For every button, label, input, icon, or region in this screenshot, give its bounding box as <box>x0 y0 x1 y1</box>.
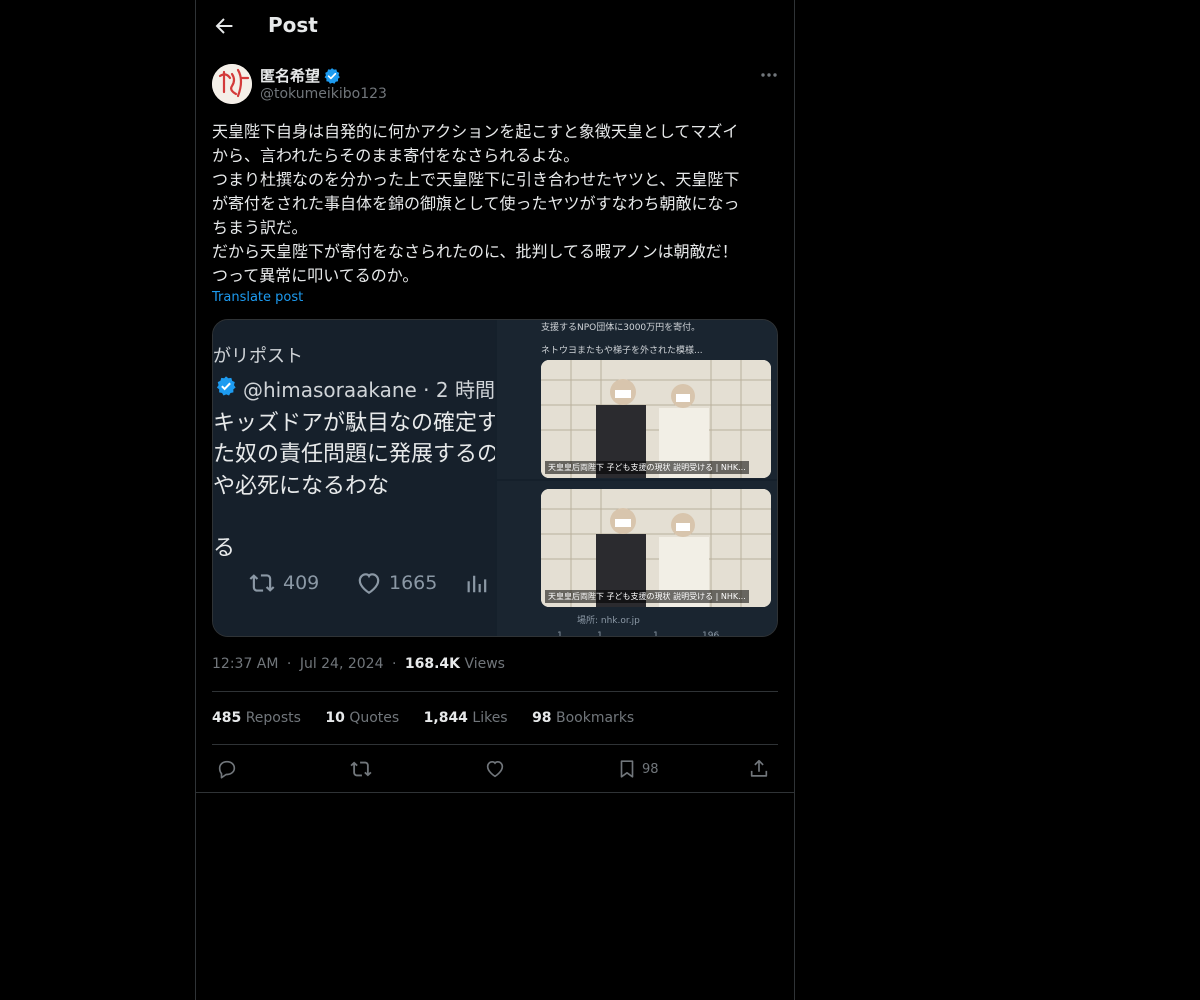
views-count: 168.4K <box>404 656 460 672</box>
meta-separator: · <box>286 656 292 672</box>
likes-stat[interactable]: 1,844 Likes <box>424 710 508 726</box>
quotes-stat[interactable]: 10 Quotes <box>325 710 399 726</box>
media-mini-like: 1 <box>653 631 659 637</box>
reply-button[interactable] <box>216 757 238 781</box>
media-left-like-count: 1665 <box>389 572 438 594</box>
divider <box>212 744 778 745</box>
media-left-line: や必死になるわな <box>213 474 390 499</box>
post-media[interactable]: がリポスト @himasoraakane · 2 時間 キッズドアが駄目なの確定… <box>212 319 778 637</box>
verified-badge-icon <box>216 376 236 396</box>
news-caption: 天皇皇后両陛下 子ども支援の現状 説明受ける | NHK... <box>545 461 749 474</box>
media-left-line: た奴の責任問題に発展するの <box>213 442 495 467</box>
post-time[interactable]: 12:37 AM <box>212 656 278 672</box>
news-caption: 天皇皇后両陛下 子ども支援の現状 説明受ける | NHK... <box>545 590 749 603</box>
post-text: 天皇陛下自身は自発的に何かアクションを起こすと象徴天皇としてマズイ から、言われ… <box>212 122 740 285</box>
media-left-line: る <box>213 536 236 561</box>
repost-button[interactable] <box>350 757 372 781</box>
translate-post-link[interactable]: Translate post <box>212 290 303 305</box>
arrow-left-icon[interactable] <box>212 14 236 38</box>
media-source: 場所: nhk.or.jp <box>577 616 640 626</box>
share-icon <box>750 759 768 777</box>
main-column: Post 匿名希望 @tokumeikibo123 天皇陛下自身は自発的に何かア… <box>195 0 795 1000</box>
divider <box>196 792 794 793</box>
media-left-repost-count: 409 <box>283 572 320 594</box>
media-left-line: がリポスト <box>213 346 303 367</box>
verified-badge-icon <box>324 68 340 84</box>
news-thumbnail: 天皇皇后両陛下 子ども支援の現状 説明受ける | NHK... <box>541 360 771 478</box>
reposts-stat[interactable]: 485 Reposts <box>212 710 301 726</box>
reply-icon <box>218 760 236 779</box>
views-label: Views <box>464 656 505 672</box>
post-meta: 12:37 AM · Jul 24, 2024 · 168.4K Views <box>212 656 505 672</box>
bookmark-button[interactable]: 98 <box>616 757 659 781</box>
media-image-left[interactable]: がリポスト @himasoraakane · 2 時間 キッズドアが駄目なの確定… <box>213 320 495 636</box>
more-dots-icon[interactable] <box>758 66 780 84</box>
media-image-right-bottom[interactable]: 天皇皇后両陛下 子ども支援の現状 説明受ける | NHK... 場所: nhk.… <box>497 481 777 637</box>
like-button[interactable] <box>484 757 506 781</box>
media-left-line: キッズドアが駄目なの確定す <box>213 411 495 436</box>
media-mini-reply: 1 <box>557 631 563 637</box>
media-right-text: ネトウヨまたもや梯子を外された模様... <box>541 346 703 356</box>
share-button[interactable] <box>748 757 770 781</box>
author-name[interactable]: 匿名希望 <box>260 65 320 86</box>
media-image-right-top[interactable]: 支援するNPO団体に3000万円を寄付。 ネトウヨまたもや梯子を外された模様..… <box>497 320 777 479</box>
avatar[interactable] <box>212 64 252 104</box>
media-right-top-text: 支援するNPO団体に3000万円を寄付。 <box>541 323 701 333</box>
action-bar: 98 <box>212 757 778 781</box>
post-stats: 485 Reposts 10 Quotes 1,844 Likes 98 Boo… <box>212 710 654 726</box>
post-date[interactable]: Jul 24, 2024 <box>300 656 384 672</box>
media-mini-views: 196 <box>702 631 720 637</box>
repost-icon <box>350 761 372 777</box>
repost-icon <box>249 574 275 592</box>
author-handle[interactable]: @tokumeikibo123 <box>260 86 387 102</box>
bookmark-icon <box>620 760 634 778</box>
divider <box>212 691 778 692</box>
media-left-handle: @himasoraakane · 2 時間 <box>243 378 495 402</box>
heart-icon <box>358 573 380 595</box>
bookmarks-stat[interactable]: 98 Bookmarks <box>532 710 634 726</box>
media-mini-retweet: 1 <box>597 631 603 637</box>
top-bar: Post <box>196 0 794 53</box>
heart-icon <box>486 761 504 778</box>
meta-separator: · <box>391 656 397 672</box>
views-icon <box>467 575 487 593</box>
bookmark-count: 98 <box>642 761 659 777</box>
news-thumbnail: 天皇皇后両陛下 子ども支援の現状 説明受ける | NHK... <box>541 489 771 607</box>
page-title: Post <box>268 13 318 37</box>
